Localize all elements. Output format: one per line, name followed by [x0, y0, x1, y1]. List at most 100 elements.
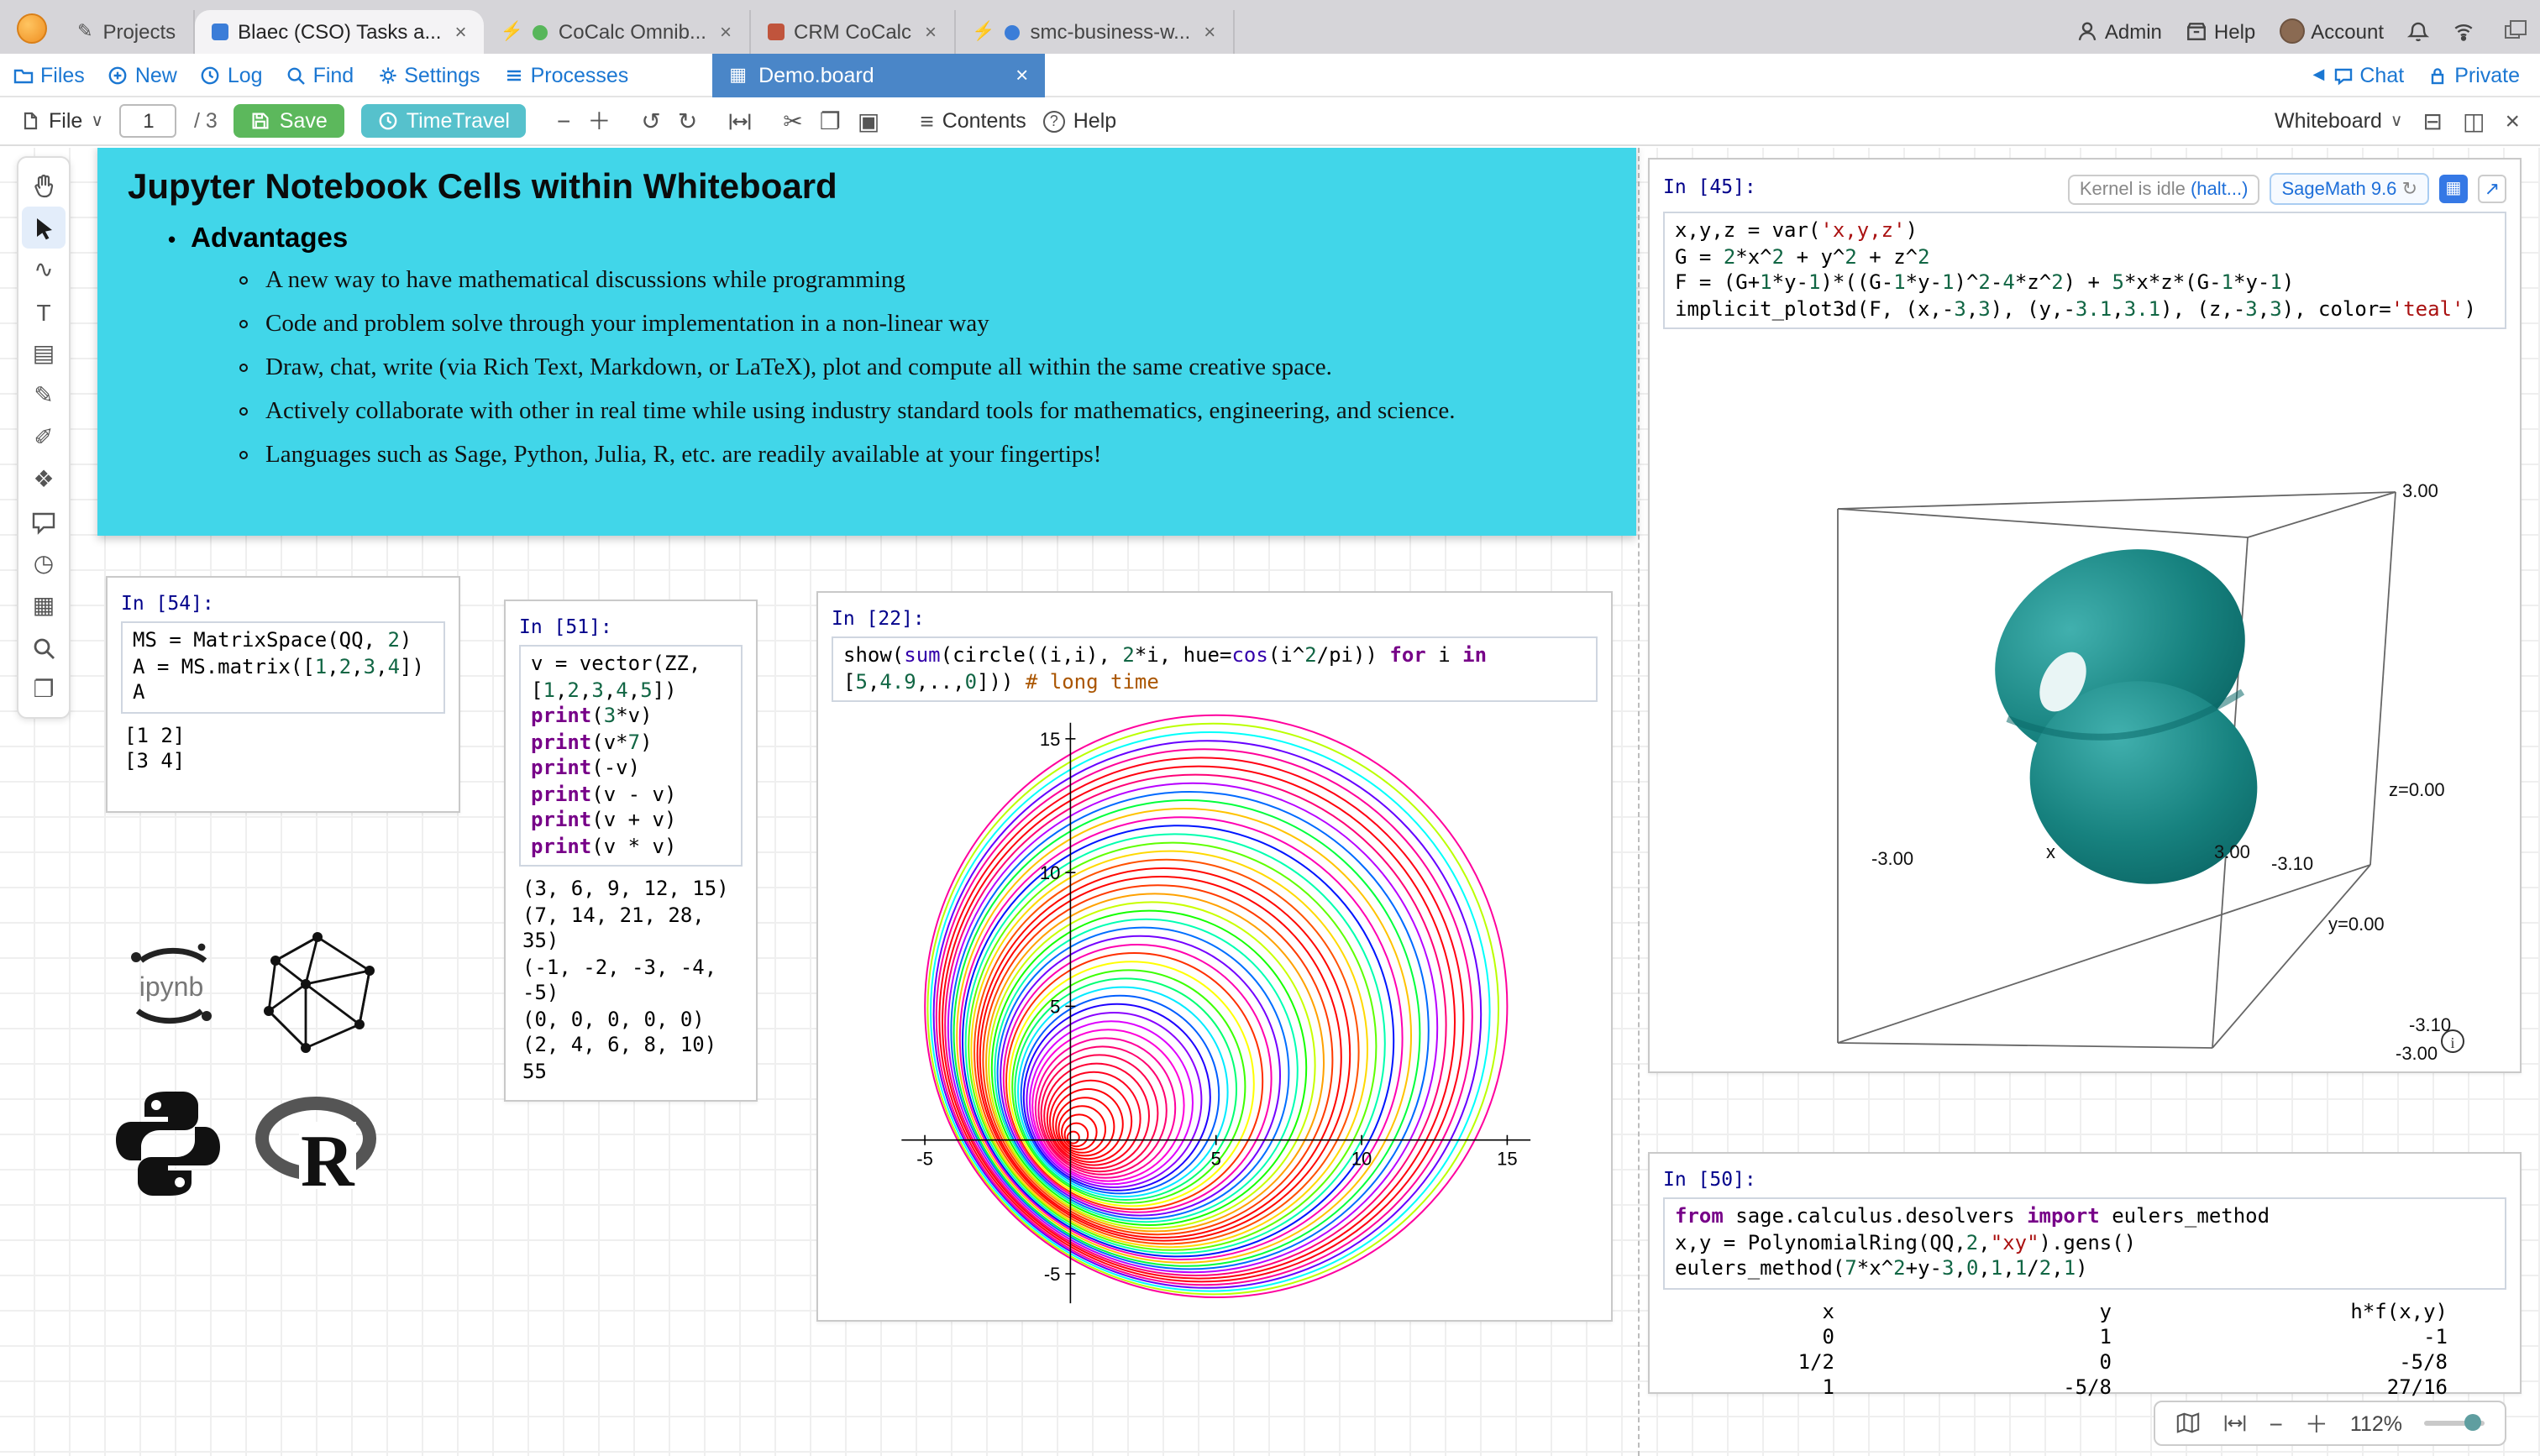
- info-icon[interactable]: i: [2442, 1030, 2464, 1052]
- tab-close-icon[interactable]: ×: [1204, 20, 1215, 44]
- tool-search[interactable]: [22, 626, 66, 668]
- undo-icon[interactable]: ↺: [641, 109, 660, 133]
- jupyter-cell-51[interactable]: In [51]: v = vector(ZZ,[1,2,3,4,5])print…: [504, 600, 758, 1102]
- tool-timer[interactable]: ◷: [22, 542, 66, 584]
- refresh-icon: ↻: [2402, 180, 2417, 200]
- halt-link[interactable]: (halt...): [2191, 179, 2248, 199]
- nav-find[interactable]: Find: [286, 63, 354, 86]
- copy-icon[interactable]: ❐: [820, 109, 841, 133]
- browser-tab-active[interactable]: Blaec (CSO) Tasks a... ×: [194, 10, 483, 54]
- redo-icon[interactable]: ↻: [678, 109, 697, 133]
- close-file-icon[interactable]: ×: [2505, 108, 2520, 134]
- code-line: F = (G+1*y-1)*((G-1*y-1)^2-4*z^2) + 5*x*…: [1675, 270, 2495, 296]
- whiteboard-canvas[interactable]: ∿T▤✎✐❖◷▦❐ Jupyter Notebook Cells within …: [0, 148, 2540, 1456]
- jupyter-cell-54[interactable]: In [54]: MS = MatrixSpace(QQ, 2)A = MS.m…: [106, 576, 460, 813]
- tool-pages[interactable]: ❐: [22, 668, 66, 710]
- zoom-level[interactable]: 112%: [2350, 1411, 2402, 1435]
- zoom-in-icon[interactable]: ＋: [587, 109, 611, 133]
- paste-icon[interactable]: ▣: [858, 109, 879, 133]
- kernel-selector[interactable]: SageMath 9.6 ↻: [2270, 173, 2429, 205]
- nav-settings[interactable]: Settings: [377, 63, 480, 86]
- code-editor[interactable]: from sage.calculus.desolvers import eule…: [1663, 1197, 2506, 1289]
- browser-tab-omnibus[interactable]: ⚡ CoCalc Omnib... ×: [484, 10, 751, 54]
- cell-input-label: In [22]:: [832, 606, 1598, 630]
- tab-close-icon[interactable]: ×: [925, 20, 937, 44]
- svg-text:-3.00: -3.00: [1871, 848, 1913, 869]
- account-menu[interactable]: Account: [2279, 18, 2384, 44]
- browser-tab-smc[interactable]: ⚡ smc-business-w... ×: [955, 10, 1234, 54]
- admin-menu[interactable]: Admin: [2076, 19, 2162, 43]
- zoom-in-icon[interactable]: ＋: [2305, 1411, 2328, 1435]
- file-tab-demo-board[interactable]: ▦ Demo.board ×: [712, 53, 1045, 97]
- tool-select[interactable]: [22, 207, 66, 249]
- kernel-logo-icon[interactable]: ▦: [2439, 175, 2468, 203]
- kernel-status-pill[interactable]: Kernel is idle (halt...): [2068, 174, 2260, 204]
- bullet-icon: •: [168, 227, 176, 252]
- tool-brush[interactable]: ✐: [22, 416, 66, 458]
- external-link-icon[interactable]: ↗: [2478, 175, 2506, 203]
- collapse-chat-icon[interactable]: ◀: [2313, 65, 2325, 84]
- save-button[interactable]: Save: [234, 104, 344, 138]
- tool-frame[interactable]: ▦: [22, 584, 66, 626]
- zoom-slider-knob[interactable]: [2464, 1414, 2481, 1431]
- tool-text[interactable]: T: [22, 291, 66, 333]
- nav-chat[interactable]: Chat: [2333, 63, 2404, 86]
- zoom-out-icon[interactable]: −: [2270, 1411, 2283, 1435]
- split-horizontal-icon[interactable]: ⊟: [2423, 109, 2443, 133]
- timetravel-button[interactable]: TimeTravel: [361, 104, 527, 138]
- tool-shapes[interactable]: ❖: [22, 458, 66, 500]
- page-number-input[interactable]: [120, 104, 177, 138]
- close-icon[interactable]: ×: [1015, 62, 1028, 87]
- python-logo[interactable]: [104, 1085, 232, 1202]
- browser-tab-projects[interactable]: ✎ Projects: [60, 10, 194, 54]
- file-menu[interactable]: File∨: [20, 109, 103, 133]
- nav-log[interactable]: Log: [201, 63, 263, 86]
- nav-new[interactable]: New: [108, 63, 177, 86]
- fit-width-icon[interactable]: [727, 108, 753, 134]
- note-bullet: Languages such as Sage, Python, Julia, R…: [265, 442, 1606, 470]
- tool-note[interactable]: ▤: [22, 333, 66, 374]
- contents-button[interactable]: ≡ Contents: [920, 109, 1026, 133]
- code-editor[interactable]: v = vector(ZZ,[1,2,3,4,5])print(3*v)prin…: [519, 645, 743, 867]
- r-logo[interactable]: R: [255, 1095, 386, 1196]
- map-icon[interactable]: [2175, 1411, 2201, 1436]
- zoom-out-icon[interactable]: −: [557, 109, 570, 133]
- tool-pan[interactable]: [22, 165, 66, 207]
- table-row: 1/20-5/8: [1663, 1349, 2506, 1375]
- help-button[interactable]: ? Help: [1043, 109, 1116, 133]
- cut-icon[interactable]: ✂: [783, 109, 802, 133]
- svg-text:5: 5: [1211, 1149, 1221, 1170]
- nav-files[interactable]: Files: [13, 63, 85, 86]
- code-editor[interactable]: x,y,z = var('x,y,z')G = 2*x^2 + y^2 + z^…: [1663, 212, 2506, 329]
- cell-input-label: In [45]:: [1663, 174, 1756, 197]
- cocalc-logo-icon[interactable]: [17, 13, 47, 44]
- favicon-square: [767, 24, 784, 40]
- tool-pen[interactable]: ✎: [22, 374, 66, 416]
- jupyter-cell-45[interactable]: In [45]: Kernel is idle (halt...) SageMa…: [1648, 158, 2522, 1073]
- fit-to-screen-icon[interactable]: [2222, 1411, 2248, 1436]
- bell-icon[interactable]: [2407, 20, 2429, 42]
- svg-text:i: i: [2450, 1034, 2454, 1051]
- jupyter-cell-50[interactable]: In [50]: from sage.calculus.desolvers im…: [1648, 1152, 2522, 1394]
- window-controls-icon[interactable]: [2505, 24, 2520, 38]
- ipynb-logo[interactable]: ipynb: [118, 934, 225, 1041]
- tab-close-icon[interactable]: ×: [454, 20, 466, 44]
- code-editor[interactable]: MS = MatrixSpace(QQ, 2)A = MS.matrix([1,…: [121, 621, 445, 713]
- frame-divider: [1638, 148, 1640, 1456]
- nav-private[interactable]: Private: [2427, 63, 2520, 86]
- tool-edge[interactable]: ∿: [22, 249, 66, 291]
- nav-processes[interactable]: Processes: [504, 63, 629, 86]
- chevron-down-icon: ∨: [2390, 112, 2403, 130]
- jupyter-cell-22[interactable]: In [22]: show(sum(circle((i,i), 2*i, hue…: [816, 591, 1613, 1322]
- icosahedron-logo[interactable]: [255, 927, 380, 1055]
- tab-close-icon[interactable]: ×: [720, 20, 732, 44]
- code-editor[interactable]: show(sum(circle((i,i), 2*i, hue=cos(i^2/…: [832, 636, 1598, 702]
- mode-selector[interactable]: Whiteboard∨: [2275, 109, 2403, 133]
- bolt-icon: ⚡: [972, 23, 994, 41]
- browser-tab-crm[interactable]: CRM CoCalc ×: [750, 10, 955, 54]
- zoom-slider[interactable]: [2424, 1421, 2485, 1426]
- split-vertical-icon[interactable]: ◫: [2463, 109, 2485, 133]
- help-menu[interactable]: Help: [2186, 19, 2255, 43]
- sticky-note[interactable]: Jupyter Notebook Cells within Whiteboard…: [97, 148, 1636, 536]
- tool-chat[interactable]: [22, 500, 66, 542]
